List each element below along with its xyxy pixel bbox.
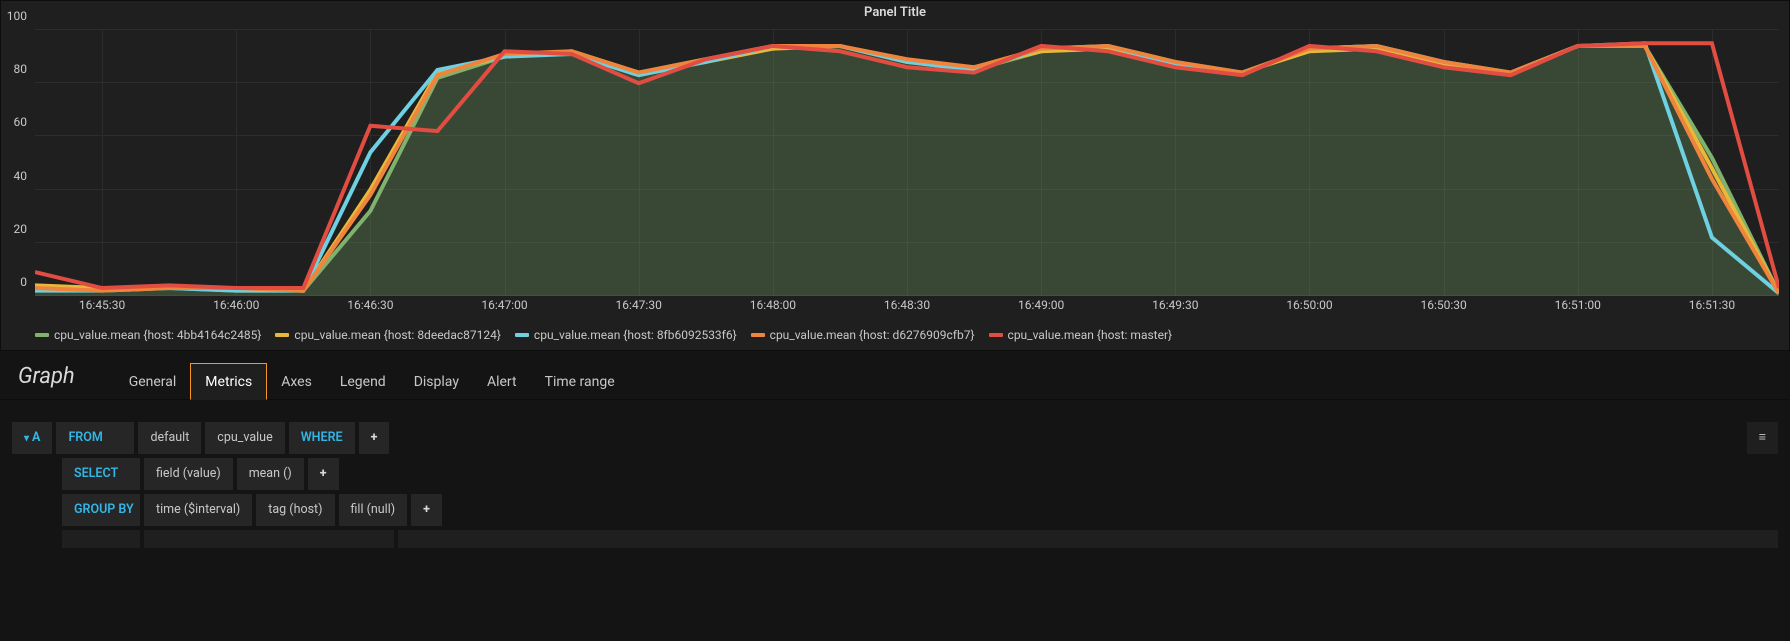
series-svg <box>35 30 1779 296</box>
chart-area[interactable]: 020406080100 16:45:3016:46:0016:46:3016:… <box>1 22 1789 322</box>
editor-tabs-bar: Graph GeneralMetricsAxesLegendDisplayAle… <box>0 351 1790 400</box>
tab-display[interactable]: Display <box>400 364 473 399</box>
query-row-from: ▾A FROM default cpu_value WHERE + ≡ <box>12 422 1778 454</box>
legend-item[interactable]: cpu_value.mean {host: 4bb4164c2485} <box>35 328 261 342</box>
hamburger-icon: ≡ <box>1759 430 1766 445</box>
graph-panel: Panel Title 0 20 40 60 80 100 16:45:30 16:46:0… <box>0 0 1790 351</box>
tab-alert[interactable]: Alert <box>473 364 531 399</box>
extra-label <box>62 530 140 548</box>
legend-swatch-icon <box>989 333 1003 337</box>
select-keyword: SELECT <box>62 458 140 490</box>
legend-label: cpu_value.mean {host: 4bb4164c2485} <box>54 328 261 342</box>
legend-label: cpu_value.mean {host: master} <box>1008 328 1173 342</box>
legend-label: cpu_value.mean {host: 8deedac87124} <box>294 328 501 342</box>
x-tick-label: 16:47:00 <box>481 298 527 312</box>
groupby-add-button[interactable]: + <box>411 494 442 526</box>
x-tick-label: 16:50:30 <box>1420 298 1466 312</box>
x-tick-label: 16:51:00 <box>1555 298 1601 312</box>
query-menu-button[interactable]: ≡ <box>1747 422 1778 454</box>
legend-swatch-icon <box>275 333 289 337</box>
from-keyword: FROM <box>56 422 134 454</box>
select-add-button[interactable]: + <box>308 458 339 490</box>
legend-swatch-icon <box>35 333 49 337</box>
legend-swatch-icon <box>751 333 765 337</box>
query-row-extra <box>12 530 1778 548</box>
from-measurement[interactable]: cpu_value <box>205 422 284 454</box>
x-tick-label: 16:46:30 <box>347 298 393 312</box>
x-tick-label: 16:46:00 <box>213 298 259 312</box>
y-tick-label: 100 <box>7 9 27 23</box>
groupby-fill[interactable]: fill (null) <box>339 494 408 526</box>
x-tick-label: 16:50:00 <box>1286 298 1332 312</box>
y-tick-label: 20 <box>14 222 28 236</box>
where-add-button[interactable]: + <box>359 422 390 454</box>
tab-metrics[interactable]: Metrics <box>190 363 267 400</box>
legend-item[interactable]: cpu_value.mean {host: d6276909cfb7} <box>751 328 975 342</box>
x-tick-label: 16:47:30 <box>616 298 662 312</box>
x-tick-label: 16:49:30 <box>1152 298 1198 312</box>
legend-item[interactable]: cpu_value.mean {host: 8fb6092533f6} <box>515 328 737 342</box>
legend-swatch-icon <box>515 333 529 337</box>
x-axis: 16:45:30 16:46:00 16:46:30 16:47:00 16:47:30… <box>35 298 1779 316</box>
y-tick-label: 40 <box>14 169 28 183</box>
legend-item[interactable]: cpu_value.mean {host: 8deedac87124} <box>275 328 501 342</box>
query-editor: ▾A FROM default cpu_value WHERE + ≡ SELE… <box>0 400 1790 560</box>
tab-time-range[interactable]: Time range <box>531 364 629 399</box>
editor-tabs: GeneralMetricsAxesLegendDisplayAlertTime… <box>115 363 629 399</box>
tab-axes[interactable]: Axes <box>267 364 326 399</box>
y-tick-label: 0 <box>20 275 27 289</box>
query-toggle-a[interactable]: ▾A <box>12 422 52 454</box>
legend-label: cpu_value.mean {host: d6276909cfb7} <box>770 328 975 342</box>
legend-label: cpu_value.mean {host: 8fb6092533f6} <box>534 328 737 342</box>
x-tick-label: 16:48:00 <box>750 298 796 312</box>
select-field[interactable]: field (value) <box>144 458 233 490</box>
tab-general[interactable]: General <box>115 364 191 399</box>
groupby-time[interactable]: time ($interval) <box>144 494 252 526</box>
where-keyword: WHERE <box>289 422 355 454</box>
tab-legend[interactable]: Legend <box>326 364 400 399</box>
x-tick-label: 16:48:30 <box>884 298 930 312</box>
select-aggregation[interactable]: mean () <box>237 458 304 490</box>
x-tick-label: 16:51:30 <box>1689 298 1735 312</box>
x-tick-label: 16:45:30 <box>79 298 125 312</box>
query-row-groupby: GROUP BY time ($interval) tag (host) fil… <box>12 494 1778 526</box>
y-tick-label: 80 <box>14 62 28 76</box>
groupby-keyword: GROUP BY <box>62 494 140 526</box>
panel-editor: Graph GeneralMetricsAxesLegendDisplayAle… <box>0 351 1790 560</box>
editor-type-title: Graph <box>18 364 75 399</box>
x-tick-label: 16:49:00 <box>1018 298 1064 312</box>
y-tick-label: 60 <box>14 115 28 129</box>
legend-item[interactable]: cpu_value.mean {host: master} <box>989 328 1173 342</box>
y-axis: 020406080100 <box>5 30 33 296</box>
groupby-tag[interactable]: tag (host) <box>256 494 334 526</box>
query-row-select: SELECT field (value) mean () + <box>12 458 1778 490</box>
plot-area[interactable] <box>35 30 1779 296</box>
from-policy[interactable]: default <box>138 422 201 454</box>
panel-title: Panel Title <box>1 1 1789 22</box>
chart-legend: cpu_value.mean {host: 4bb4164c2485} cpu_v… <box>1 322 1789 350</box>
